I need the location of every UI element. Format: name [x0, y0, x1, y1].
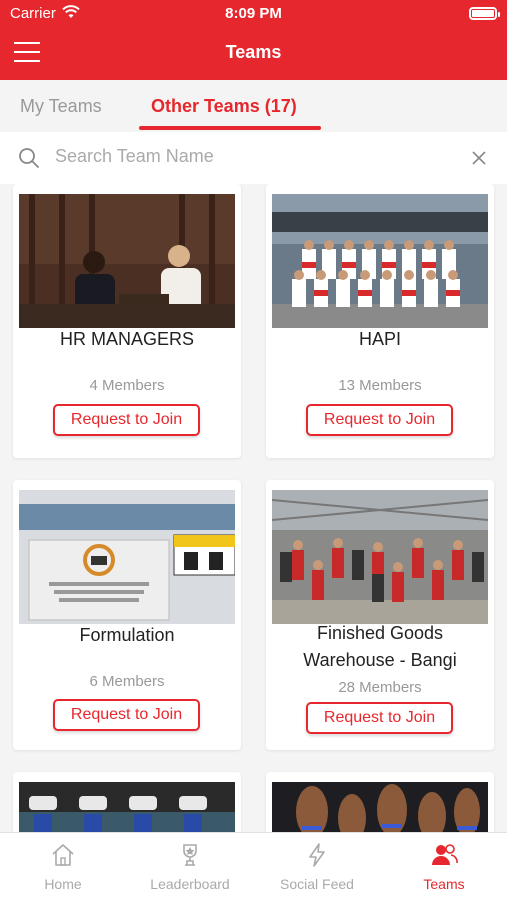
nav-social-feed[interactable]: Social Feed [254, 841, 380, 892]
request-to-join-button[interactable]: Request to Join [53, 699, 200, 731]
nav-teams[interactable]: Teams [381, 841, 507, 892]
request-to-join-button[interactable]: Request to Join [306, 702, 453, 734]
request-to-join-button[interactable]: Request to Join [53, 404, 200, 436]
nav-social-feed-label: Social Feed [280, 876, 354, 892]
team-card[interactable] [13, 772, 241, 832]
team-photo [272, 490, 488, 624]
team-card[interactable]: HAPI 13 Members Request to Join [266, 184, 494, 458]
people-icon [432, 844, 458, 865]
tab-other-teams[interactable]: Other Teams (17) [151, 96, 297, 117]
team-name: Formulation [79, 625, 175, 645]
member-count: 13 Members [338, 377, 422, 394]
nav-leaderboard[interactable]: Leaderboard [127, 841, 253, 892]
team-card[interactable]: HR MANAGERS 4 Members Request to Join [13, 184, 241, 458]
nav-home-label: Home [44, 876, 82, 892]
search-bar [0, 132, 507, 184]
nav-home[interactable]: Home [0, 841, 126, 892]
member-count: 28 Members [338, 679, 422, 696]
lightning-icon [309, 843, 325, 867]
page-title: Teams [225, 42, 282, 62]
home-icon [52, 844, 74, 866]
search-input[interactable] [55, 146, 455, 167]
team-card[interactable]: Formulation 6 Members Request to Join [13, 480, 241, 750]
request-to-join-button[interactable]: Request to Join [306, 404, 453, 436]
team-photo [19, 782, 235, 832]
team-name: HR MANAGERS [59, 329, 194, 349]
clock: 8:09 PM [225, 5, 282, 22]
app-header: Carrier 8:09 PM Teams [0, 0, 507, 80]
clear-search-icon[interactable] [471, 150, 487, 171]
nav-leaderboard-label: Leaderboard [150, 876, 230, 892]
active-tab-indicator [139, 126, 321, 130]
team-card[interactable] [266, 772, 494, 832]
team-photo [19, 490, 235, 624]
member-count: 4 Members [89, 377, 165, 394]
bottom-navigation: Home Leaderboard Social Feed Teams [0, 832, 507, 900]
team-card[interactable]: Finished Goods Warehouse - Bangi 28 Memb… [266, 480, 494, 750]
nav-teams-label: Teams [423, 876, 465, 892]
search-icon [18, 147, 40, 174]
team-photo [19, 194, 235, 328]
trophy-icon [183, 844, 197, 866]
tab-my-teams[interactable]: My Teams [20, 96, 102, 117]
team-name: Finished Goods Warehouse - Bangi [303, 623, 457, 670]
team-tabs: My Teams Other Teams (17) [0, 80, 507, 132]
member-count: 6 Members [89, 673, 165, 690]
team-photo [272, 194, 488, 328]
status-bar: Carrier 8:09 PM [0, 0, 507, 28]
team-name: HAPI [358, 329, 401, 349]
team-grid: HR MANAGERS 4 Members Request to Join HA… [0, 184, 507, 832]
team-photo [272, 782, 488, 832]
battery-icon [469, 7, 500, 20]
